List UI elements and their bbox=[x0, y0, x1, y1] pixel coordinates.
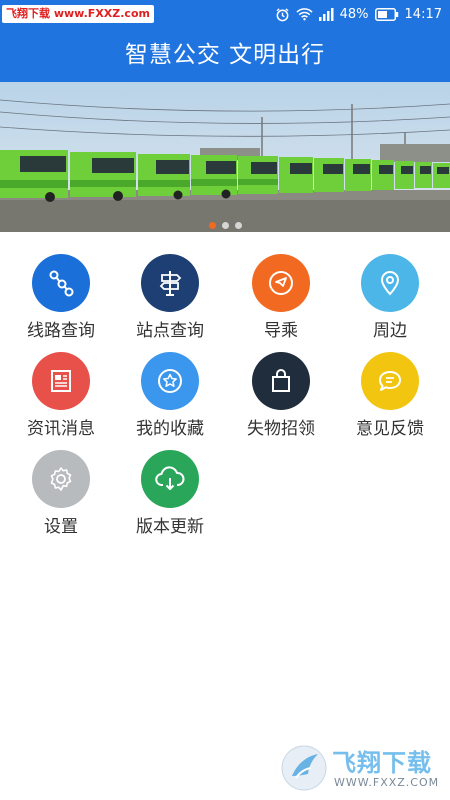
menu-item-feedback[interactable]: 意见反馈 bbox=[335, 352, 445, 439]
clock-time: 14:17 bbox=[404, 6, 442, 22]
bottom-watermark: 飞翔下载 WWW.FXXZ.COM bbox=[280, 742, 440, 794]
compass-icon bbox=[252, 254, 310, 312]
page-title: 智慧公交 文明出行 bbox=[124, 42, 326, 68]
menu-label: 导乘 bbox=[264, 321, 298, 341]
menu-item-settings[interactable]: 设置 bbox=[6, 450, 116, 537]
watermark-url: www.FXXZ.com bbox=[53, 7, 150, 20]
cloud-download-icon bbox=[141, 450, 199, 508]
signpost-icon bbox=[141, 254, 199, 312]
chat-icon bbox=[361, 352, 419, 410]
menu-label: 设置 bbox=[44, 517, 78, 537]
status-right: 48% 14:17 bbox=[275, 0, 442, 28]
news-icon bbox=[32, 352, 90, 410]
banner-carousel[interactable] bbox=[0, 82, 450, 232]
watermark-url-bottom: WWW.FXXZ.COM bbox=[334, 776, 440, 789]
menu-label: 失物招领 bbox=[247, 419, 315, 439]
menu-item-lost-found[interactable]: 失物招领 bbox=[226, 352, 336, 439]
bag-icon bbox=[252, 352, 310, 410]
signal-icon bbox=[318, 7, 334, 21]
menu-label: 周边 bbox=[373, 321, 407, 341]
menu-item-guide[interactable]: 导乘 bbox=[226, 254, 336, 341]
carousel-indicator bbox=[0, 222, 450, 229]
menu-item-favorites[interactable]: 我的收藏 bbox=[115, 352, 225, 439]
menu-item-nearby[interactable]: 周边 bbox=[335, 254, 445, 341]
menu-label: 意见反馈 bbox=[356, 419, 424, 439]
carousel-dot-3[interactable] bbox=[234, 222, 242, 229]
watermark-brand: 飞翔下载 bbox=[332, 749, 432, 777]
location-pin-icon bbox=[361, 254, 419, 312]
menu-item-version-update[interactable]: 版本更新 bbox=[115, 450, 225, 537]
app-header: 智慧公交 文明出行 bbox=[0, 28, 450, 82]
status-bar: 飞翔下载 www.FXXZ.com 48% 14:17 bbox=[0, 0, 450, 28]
gear-icon bbox=[32, 450, 90, 508]
watermark-badge: 飞翔下载 www.FXXZ.com bbox=[2, 5, 154, 23]
menu-label: 我的收藏 bbox=[136, 419, 204, 439]
menu-item-station-query[interactable]: 站点查询 bbox=[115, 254, 225, 341]
menu-item-route-query[interactable]: 线路查询 bbox=[6, 254, 116, 341]
menu-label: 版本更新 bbox=[136, 517, 204, 537]
carousel-dot-1[interactable] bbox=[208, 222, 216, 229]
menu-item-news[interactable]: 资讯消息 bbox=[6, 352, 116, 439]
wifi-icon bbox=[296, 7, 313, 21]
banner-image bbox=[0, 82, 450, 232]
battery-percent: 48% bbox=[339, 6, 369, 22]
menu-label: 资讯消息 bbox=[27, 419, 95, 439]
watermark-text: 飞翔下载 bbox=[6, 7, 50, 20]
menu-label: 线路查询 bbox=[27, 321, 95, 341]
route-icon bbox=[32, 254, 90, 312]
battery-icon bbox=[374, 7, 399, 21]
carousel-dot-2[interactable] bbox=[221, 222, 229, 229]
alarm-icon bbox=[275, 7, 290, 22]
menu-label: 站点查询 bbox=[136, 321, 204, 341]
star-icon bbox=[141, 352, 199, 410]
